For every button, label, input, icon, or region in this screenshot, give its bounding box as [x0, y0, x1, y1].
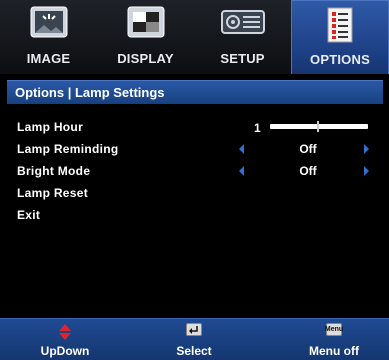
right-arrow-icon[interactable]	[364, 144, 369, 154]
footer-select-label: Select	[176, 344, 212, 358]
enter-key-icon	[186, 323, 202, 336]
lamp-hour-value: 1	[254, 121, 261, 135]
options-tab-icon	[325, 6, 355, 49]
bright-mode-value: Off	[299, 164, 317, 178]
tab-setup-label: SETUP	[220, 51, 265, 66]
lamp-hour-bar	[270, 124, 368, 129]
menu-item-lamp-reminding[interactable]: Lamp Reminding Off	[17, 140, 377, 158]
lamp-reset-label: Lamp Reset	[17, 186, 89, 200]
exit-label: Exit	[17, 208, 41, 222]
tab-options-label: OPTIONS	[310, 52, 370, 67]
footer-menu-off: Menu Menu off	[282, 319, 386, 360]
osd-menu: IMAGE DISPLAY SETUP OPTIONS Options | La…	[0, 0, 389, 360]
menu-item-exit[interactable]: Exit	[17, 206, 377, 224]
left-arrow-icon[interactable]	[239, 166, 244, 176]
menu-item-lamp-reset[interactable]: Lamp Reset	[17, 184, 377, 202]
display-tab-icon	[126, 5, 166, 44]
tab-bar: IMAGE DISPLAY SETUP OPTIONS	[0, 0, 389, 74]
settings-panel: Lamp Hour 1 Lamp Reminding Off Bright Mo…	[7, 104, 383, 313]
tab-display[interactable]: DISPLAY	[97, 0, 194, 74]
footer-help-bar: UpDown Select Menu Menu off	[0, 318, 389, 360]
tab-display-label: DISPLAY	[117, 51, 174, 66]
lamp-reminding-label: Lamp Reminding	[17, 142, 119, 156]
menu-key-icon: Menu	[325, 323, 343, 336]
menu-title-bar: Options | Lamp Settings	[7, 80, 383, 104]
lamp-reminding-value: Off	[299, 142, 317, 156]
menu-item-bright-mode[interactable]: Bright Mode Off	[17, 162, 377, 180]
lamp-hour-marker	[317, 121, 319, 132]
updown-icon	[58, 323, 72, 346]
footer-updown: UpDown	[10, 319, 120, 360]
page-title: Options | Lamp Settings	[15, 85, 165, 100]
footer-menu-off-label: Menu off	[309, 344, 359, 358]
tab-options[interactable]: OPTIONS	[291, 0, 389, 74]
bright-mode-label: Bright Mode	[17, 164, 91, 178]
menu-item-lamp-hour[interactable]: Lamp Hour 1	[17, 118, 377, 136]
right-arrow-icon[interactable]	[364, 166, 369, 176]
lamp-hour-label: Lamp Hour	[17, 120, 84, 134]
image-tab-icon	[29, 5, 69, 44]
tab-setup[interactable]: SETUP	[194, 0, 291, 74]
left-arrow-icon[interactable]	[239, 144, 244, 154]
footer-updown-label: UpDown	[40, 344, 90, 358]
tab-image-label: IMAGE	[26, 51, 71, 66]
footer-select: Select	[146, 319, 242, 360]
tab-image[interactable]: IMAGE	[0, 0, 97, 74]
setup-tab-icon	[220, 5, 266, 44]
